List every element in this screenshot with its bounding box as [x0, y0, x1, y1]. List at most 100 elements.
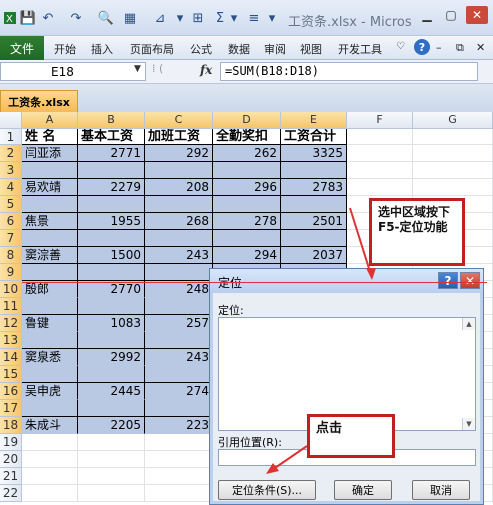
- table-cell[interactable]: 292: [145, 145, 213, 162]
- row-header-15[interactable]: 15: [0, 366, 22, 383]
- row-header-17[interactable]: 17: [0, 400, 22, 417]
- cell[interactable]: [347, 162, 413, 179]
- table-cell[interactable]: [78, 230, 145, 247]
- cell[interactable]: [145, 434, 213, 451]
- table-cell[interactable]: 吴申虎: [22, 383, 78, 400]
- minimize-icon[interactable]: ▁: [416, 6, 438, 24]
- ribbon-restore-icon[interactable]: ⧉: [456, 41, 464, 55]
- cell[interactable]: [22, 434, 78, 451]
- filter-arrow-icon[interactable]: ▾: [172, 10, 188, 26]
- table-cell[interactable]: [145, 264, 213, 281]
- close-icon[interactable]: ✕: [466, 6, 488, 24]
- table-cell[interactable]: 焦景: [22, 213, 78, 230]
- table-cell[interactable]: [145, 366, 213, 383]
- table-cell[interactable]: [145, 230, 213, 247]
- row-header-20[interactable]: 20: [0, 451, 22, 468]
- tab-data[interactable]: 数据: [228, 41, 250, 57]
- table-cell[interactable]: [145, 298, 213, 315]
- table-cell[interactable]: 朱成斗: [22, 417, 78, 434]
- cell[interactable]: [145, 468, 213, 485]
- column-header-a[interactable]: A: [22, 112, 78, 129]
- table-cell[interactable]: 窦泉悉: [22, 349, 78, 366]
- ok-button[interactable]: 确定: [334, 480, 392, 500]
- tab-insert[interactable]: 插入: [91, 41, 113, 57]
- row-header-14[interactable]: 14: [0, 349, 22, 366]
- row-header-11[interactable]: 11: [0, 298, 22, 315]
- tab-formulas[interactable]: 公式: [190, 41, 212, 57]
- print-preview-icon[interactable]: 🔍: [98, 10, 114, 26]
- table-cell[interactable]: [78, 162, 145, 179]
- cell[interactable]: [22, 468, 78, 485]
- table-cell[interactable]: 2783: [281, 179, 347, 196]
- tab-developer[interactable]: 开发工具: [338, 41, 382, 57]
- table-cell[interactable]: [281, 162, 347, 179]
- row-header-1[interactable]: 1: [0, 129, 22, 145]
- name-box[interactable]: E18 ▼: [0, 62, 146, 81]
- cell[interactable]: [145, 451, 213, 468]
- column-header-g[interactable]: G: [413, 112, 493, 129]
- table-cell[interactable]: [78, 366, 145, 383]
- row-header-3[interactable]: 3: [0, 162, 22, 179]
- table-cell[interactable]: 2279: [78, 179, 145, 196]
- row-header-9[interactable]: 9: [0, 264, 22, 281]
- ribbon-close-icon[interactable]: ✕: [476, 41, 485, 54]
- save-icon[interactable]: 💾: [20, 10, 36, 26]
- scroll-down-icon[interactable]: ▼: [462, 418, 475, 430]
- tab-view[interactable]: 视图: [300, 41, 322, 57]
- table-cell[interactable]: 2992: [78, 349, 145, 366]
- table-cell[interactable]: [78, 332, 145, 349]
- table-header-cell[interactable]: 基本工资: [78, 129, 145, 145]
- table-cell[interactable]: 1083: [78, 315, 145, 332]
- border-icon[interactable]: ⊞: [190, 10, 206, 26]
- table-cell[interactable]: 248: [145, 281, 213, 298]
- table-cell[interactable]: [78, 298, 145, 315]
- table-cell[interactable]: 296: [213, 179, 281, 196]
- row-header-4[interactable]: 4: [0, 179, 22, 196]
- table-header-cell[interactable]: 工资合计: [281, 129, 347, 145]
- scroll-up-icon[interactable]: ▲: [462, 318, 475, 330]
- cell[interactable]: [347, 145, 413, 162]
- table-cell[interactable]: 268: [145, 213, 213, 230]
- customize-icon[interactable]: ▾: [264, 10, 280, 26]
- cell[interactable]: [145, 485, 213, 502]
- select-all-corner[interactable]: [0, 112, 22, 129]
- table-cell[interactable]: [145, 162, 213, 179]
- table-cell[interactable]: [145, 196, 213, 213]
- table-cell[interactable]: 2205: [78, 417, 145, 434]
- table-header-cell[interactable]: 全勤奖扣: [213, 129, 281, 145]
- table-cell[interactable]: 274: [145, 383, 213, 400]
- table-cell[interactable]: [22, 366, 78, 383]
- cell[interactable]: [413, 129, 493, 145]
- table-cell[interactable]: 殷郎: [22, 281, 78, 298]
- table-cell[interactable]: [22, 332, 78, 349]
- file-tab[interactable]: 文件: [0, 36, 44, 60]
- row-header-8[interactable]: 8: [0, 247, 22, 264]
- table-cell[interactable]: 3325: [281, 145, 347, 162]
- column-header-b[interactable]: B: [78, 112, 145, 129]
- row-header-12[interactable]: 12: [0, 315, 22, 332]
- table-cell[interactable]: 262: [213, 145, 281, 162]
- row-header-5[interactable]: 5: [0, 196, 22, 213]
- row-header-6[interactable]: 6: [0, 213, 22, 230]
- cell[interactable]: [78, 451, 145, 468]
- cell[interactable]: [413, 145, 493, 162]
- table-cell[interactable]: [213, 230, 281, 247]
- tab-home[interactable]: 开始: [54, 41, 76, 57]
- table-cell[interactable]: 2771: [78, 145, 145, 162]
- table-cell[interactable]: 243: [145, 247, 213, 264]
- redo-icon[interactable]: ↷: [68, 10, 84, 26]
- row-header-10[interactable]: 10: [0, 281, 22, 298]
- table-cell[interactable]: [78, 264, 145, 281]
- table-header-cell[interactable]: 姓 名: [22, 129, 78, 145]
- table-cell[interactable]: 易欢靖: [22, 179, 78, 196]
- table-cell[interactable]: 208: [145, 179, 213, 196]
- table-cell[interactable]: 2770: [78, 281, 145, 298]
- cell[interactable]: [22, 485, 78, 502]
- row-header-13[interactable]: 13: [0, 332, 22, 349]
- goto-special-button[interactable]: 定位条件(S)...: [218, 480, 316, 500]
- tab-review[interactable]: 审阅: [264, 41, 286, 57]
- table-cell[interactable]: 243: [145, 349, 213, 366]
- format-icon[interactable]: ▦: [122, 10, 138, 26]
- cell[interactable]: [347, 179, 413, 196]
- cell[interactable]: [78, 468, 145, 485]
